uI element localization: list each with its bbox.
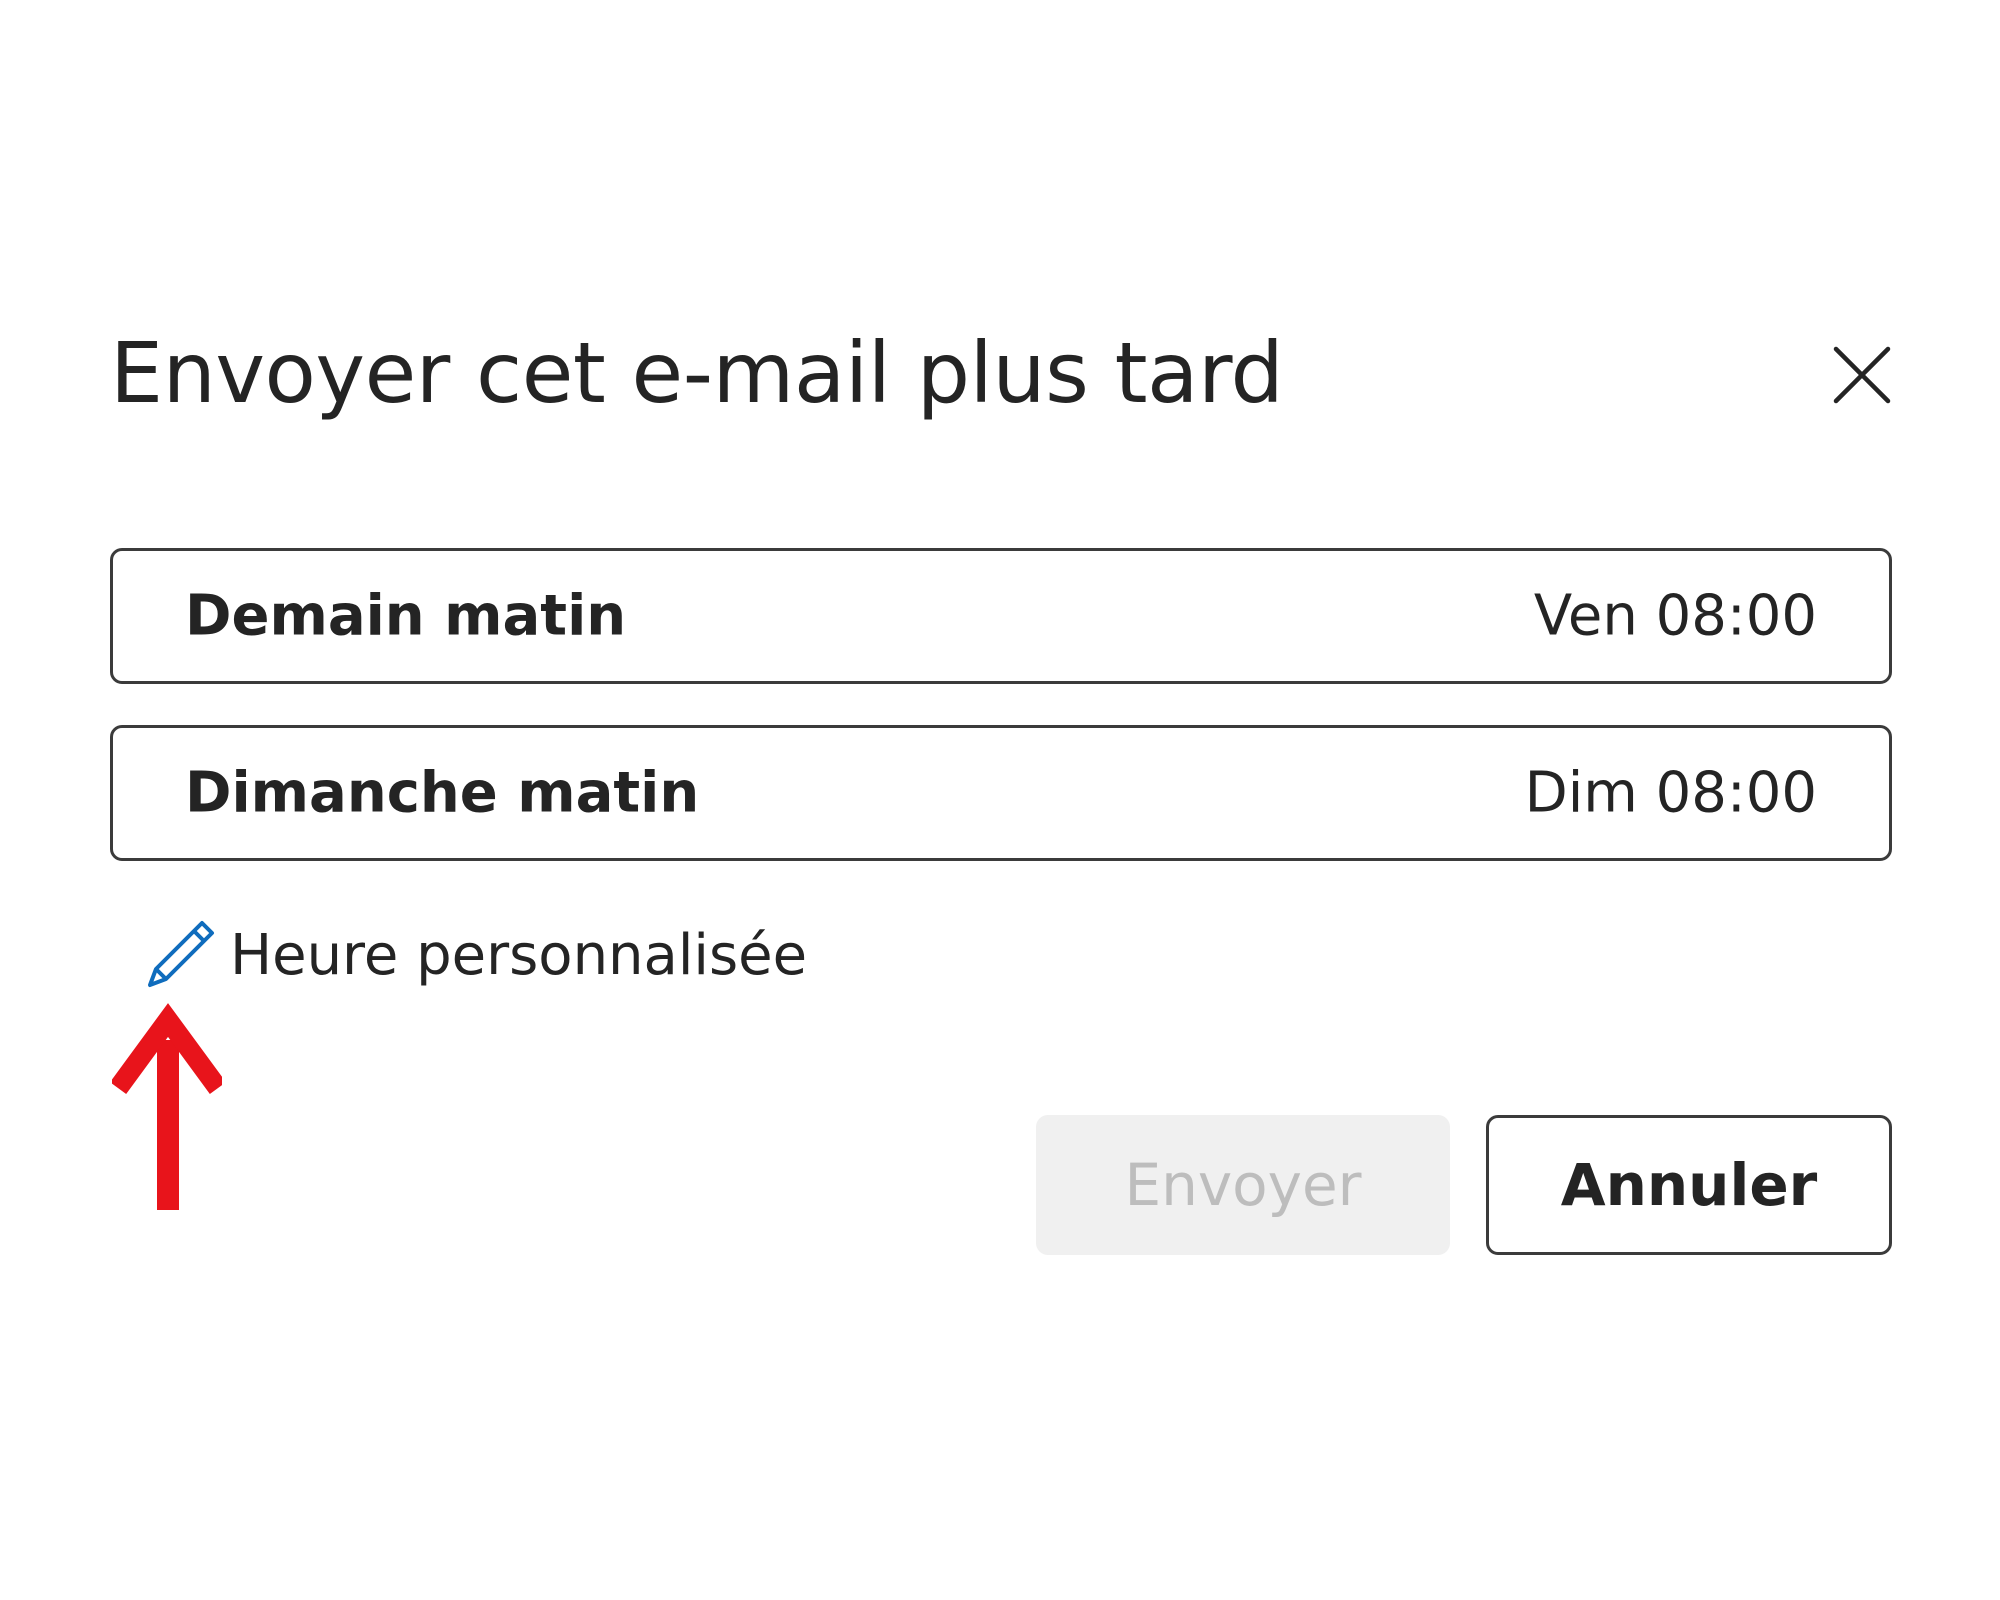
option-label: Demain matin [185,583,627,649]
option-label: Dimanche matin [185,760,700,826]
dialog-title: Envoyer cet e-mail plus tard [110,324,1284,422]
option-tomorrow-morning[interactable]: Demain matin Ven 08:00 [110,548,1892,684]
send-button[interactable]: Envoyer [1036,1115,1450,1255]
option-time: Dim 08:00 [1524,760,1817,826]
pencil-icon [148,921,214,987]
close-button[interactable] [1822,335,1902,415]
cancel-button[interactable]: Annuler [1486,1115,1892,1255]
close-icon [1833,346,1891,404]
send-later-dialog: Envoyer cet e-mail plus tard Demain mati… [0,235,2000,1365]
option-sunday-morning[interactable]: Dimanche matin Dim 08:00 [110,725,1892,861]
custom-time-link[interactable]: Heure personnalisée [140,915,807,995]
custom-time-label: Heure personnalisée [230,922,808,988]
option-time: Ven 08:00 [1533,583,1817,649]
annotation-arrow-icon [112,1003,222,1210]
